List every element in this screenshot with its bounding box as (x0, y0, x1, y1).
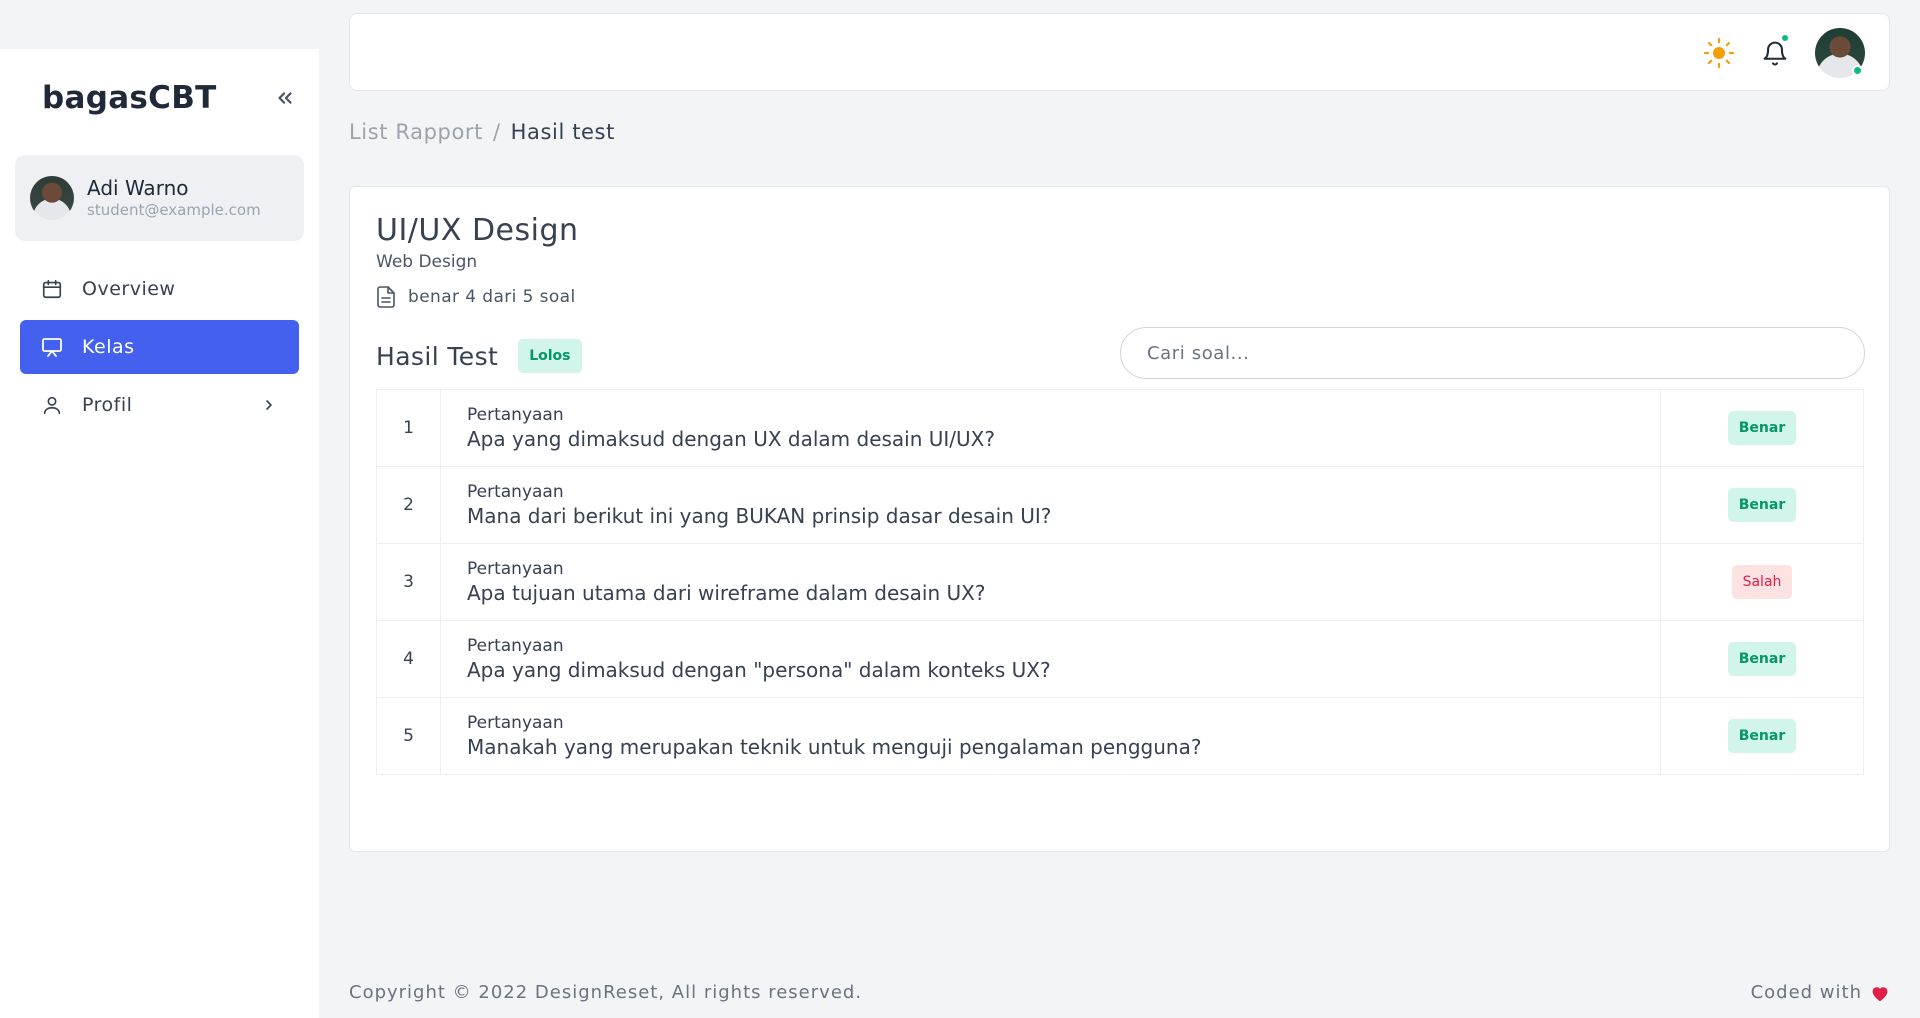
sidebar-item-label: Profil (82, 394, 133, 416)
question-number: 3 (376, 543, 441, 621)
question-text: Apa yang dimaksud dengan "persona" dalam… (467, 658, 1051, 682)
coded-with: Coded with (1751, 982, 1890, 1003)
question-number: 1 (376, 389, 441, 467)
question-label: Pertanyaan (467, 405, 564, 425)
chevron-right-icon (261, 397, 277, 413)
coded-with-text: Coded with (1750, 982, 1862, 1003)
question-text: Apa tujuan utama dari wireframe dalam de… (467, 581, 986, 605)
search-input[interactable] (1120, 327, 1865, 379)
table-row[interactable]: 5 Pertanyaan Manakah yang merupakan tekn… (376, 697, 1864, 775)
table-row[interactable]: 1 Pertanyaan Apa yang dimaksud dengan UX… (376, 389, 1864, 467)
question-text: Manakah yang merupakan teknik untuk meng… (467, 735, 1202, 759)
result-cell: Benar (1660, 466, 1864, 544)
question-text: Apa yang dimaksud dengan UX dalam desain… (467, 427, 995, 451)
question-cell: Pertanyaan Manakah yang merupakan teknik… (440, 697, 1661, 775)
course-title: UI/UX Design (376, 213, 579, 248)
copyright-text: Copyright © 2022 DesignReset, All rights… (349, 982, 863, 1003)
course-category: Web Design (376, 252, 478, 272)
question-number: 5 (376, 697, 441, 775)
sidebar: bagasCBT Adi Warno student@example.com O… (0, 49, 319, 1018)
notification-dot (1782, 35, 1788, 41)
sidebar-item-label: Overview (82, 278, 176, 300)
brand-row: bagasCBT (42, 75, 301, 121)
calendar-icon (40, 277, 64, 301)
question-label: Pertanyaan (467, 559, 564, 579)
result-badge: Benar (1727, 642, 1797, 676)
table-row[interactable]: 4 Pertanyaan Apa yang dimaksud dengan "p… (376, 620, 1864, 698)
question-cell: Pertanyaan Apa tujuan utama dari wirefra… (440, 543, 1661, 621)
breadcrumb-current: Hasil test (510, 120, 615, 144)
top-bar (349, 13, 1890, 91)
result-header: Hasil Test Lolos (376, 339, 582, 373)
sun-icon[interactable] (1703, 37, 1735, 69)
breadcrumb: List Rapport / Hasil test (349, 120, 615, 144)
sidebar-item-profil[interactable]: Profil (20, 378, 299, 432)
question-number: 2 (376, 466, 441, 544)
result-cell: Benar (1660, 620, 1864, 698)
avatar (1815, 28, 1865, 78)
question-cell: Pertanyaan Apa yang dimaksud dengan UX d… (440, 389, 1661, 467)
collapse-sidebar-icon[interactable] (269, 82, 301, 114)
sidebar-item-kelas[interactable]: Kelas (20, 320, 299, 374)
user-name: Adi Warno (87, 176, 189, 200)
question-label: Pertanyaan (467, 713, 564, 733)
result-title: Hasil Test (376, 341, 499, 371)
question-number: 4 (376, 620, 441, 698)
bell-icon[interactable] (1761, 35, 1789, 68)
user-email: student@example.com (87, 201, 261, 219)
result-badge: Salah (1731, 565, 1793, 599)
sidebar-nav: Overview Kelas Profil (20, 262, 299, 436)
result-badge: Benar (1727, 719, 1797, 753)
sidebar-item-label: Kelas (82, 336, 135, 358)
question-text: Mana dari berikut ini yang BUKAN prinsip… (467, 504, 1052, 528)
status-badge: Lolos (518, 339, 582, 373)
profile-avatar-button[interactable] (1815, 28, 1865, 78)
online-status-dot (1852, 65, 1863, 76)
user-card[interactable]: Adi Warno student@example.com (15, 155, 304, 241)
presentation-icon (40, 335, 64, 359)
question-cell: Pertanyaan Mana dari berikut ini yang BU… (440, 466, 1661, 544)
score-summary: benar 4 dari 5 soal (376, 286, 576, 308)
result-cell: Benar (1660, 389, 1864, 467)
user-icon (40, 393, 64, 417)
breadcrumb-separator: / (492, 120, 501, 144)
result-cell: Salah (1660, 543, 1864, 621)
result-badge: Benar (1727, 488, 1797, 522)
table-row[interactable]: 2 Pertanyaan Mana dari berikut ini yang … (376, 466, 1864, 544)
top-bar-actions (1677, 14, 1865, 92)
user-info: Adi Warno student@example.com (87, 176, 261, 220)
document-icon (376, 286, 396, 308)
question-cell: Pertanyaan Apa yang dimaksud dengan "per… (440, 620, 1661, 698)
result-badge: Benar (1727, 411, 1797, 445)
sidebar-item-overview[interactable]: Overview (20, 262, 299, 316)
result-card: UI/UX Design Web Design benar 4 dari 5 s… (349, 186, 1890, 852)
question-label: Pertanyaan (467, 482, 564, 502)
table-row[interactable]: 3 Pertanyaan Apa tujuan utama dari wiref… (376, 543, 1864, 621)
question-table: 1 Pertanyaan Apa yang dimaksud dengan UX… (376, 389, 1864, 775)
brand-logo[interactable]: bagasCBT (42, 80, 217, 116)
breadcrumb-link[interactable]: List Rapport (349, 120, 483, 144)
avatar (30, 176, 74, 220)
heart-icon (1870, 984, 1890, 1002)
result-cell: Benar (1660, 697, 1864, 775)
question-label: Pertanyaan (467, 636, 564, 656)
score-text: benar 4 dari 5 soal (408, 287, 576, 307)
